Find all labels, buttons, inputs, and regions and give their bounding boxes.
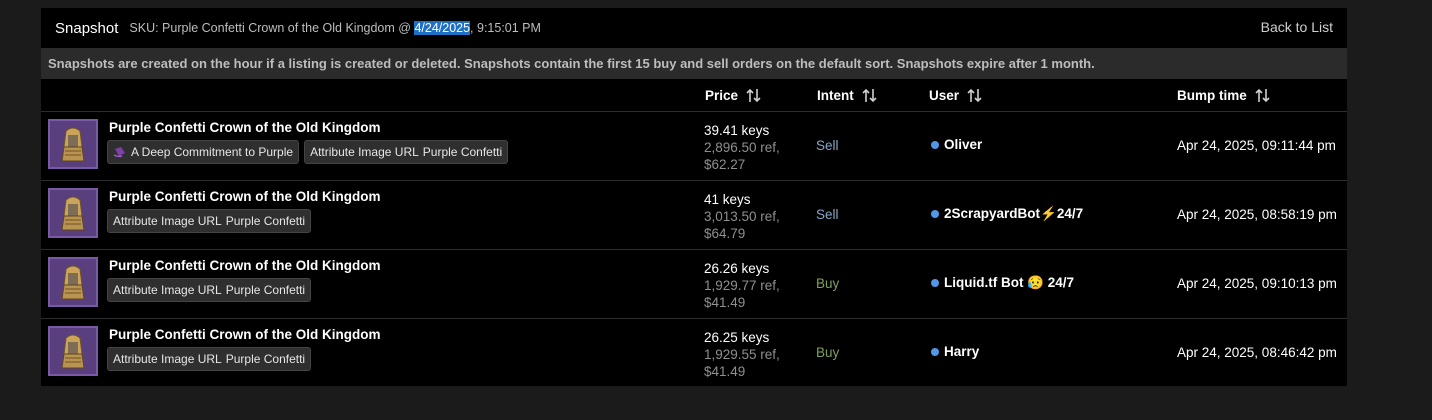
- price-ref: 1,929.55 ref,: [704, 347, 780, 362]
- item-thumbnail[interactable]: [48, 119, 98, 169]
- user-name: Liquid.tf Bot 😥 24/7: [944, 275, 1075, 290]
- item-thumbnail[interactable]: [48, 326, 98, 376]
- paint-tag-label: A Deep Commitment to Purple: [131, 145, 294, 159]
- user-name: Oliver: [944, 137, 983, 152]
- price-cell: 26.25 keys 1,929.55 ref, $41.49: [704, 329, 780, 380]
- intent-label: Buy: [816, 345, 840, 360]
- item-name[interactable]: Purple Confetti Crown of the Old Kingdom: [109, 189, 380, 204]
- column-user[interactable]: User: [929, 88, 982, 103]
- table-header: Price Intent User Bump time: [41, 79, 1347, 112]
- attribute-tag: Attribute Image URL Purple Confetti: [107, 347, 312, 371]
- attribute-tag: Attribute Image URL Purple Confetti: [107, 209, 312, 233]
- table-row[interactable]: Purple Confetti Crown of the Old Kingdom…: [41, 112, 1347, 181]
- intent-label: Sell: [816, 138, 839, 153]
- price-keys: 41 keys: [704, 192, 751, 207]
- price-usd: $41.49: [704, 295, 746, 310]
- bump-time: Apr 24, 2025, 08:58:19 pm: [1177, 207, 1337, 222]
- sku-time: , 9:15:01 PM: [470, 21, 541, 35]
- item-name[interactable]: Purple Confetti Crown of the Old Kingdom: [109, 327, 380, 342]
- price-usd: $41.49: [704, 364, 746, 379]
- crown-icon: [61, 334, 85, 369]
- intent-label: Buy: [816, 276, 840, 291]
- attribute-tag-value: Purple Confetti: [225, 283, 306, 297]
- sku-prefix: SKU: Purple Confetti Crown of the Old Ki…: [129, 21, 415, 35]
- attribute-tag-value: Purple Confetti: [225, 352, 306, 366]
- sort-icon: [1255, 88, 1270, 103]
- user-link[interactable]: 2ScrapyardBot⚡24/7: [931, 206, 1083, 222]
- online-status-dot: [931, 347, 939, 356]
- paint-tag: A Deep Commitment to Purple: [107, 140, 300, 164]
- attribute-tag-label: Attribute Image URL: [310, 145, 419, 159]
- user-name: Harry: [944, 344, 980, 359]
- bump-time: Apr 24, 2025, 08:46:42 pm: [1177, 345, 1337, 360]
- sort-icon: [967, 88, 982, 103]
- attribute-tag-label: Attribute Image URL: [113, 214, 222, 228]
- item-tags: Attribute Image URL Purple Confetti: [107, 209, 312, 233]
- item-thumbnail[interactable]: [48, 188, 98, 238]
- online-status-dot: [931, 279, 939, 287]
- item-tags: A Deep Commitment to Purple Attribute Im…: [107, 140, 509, 164]
- column-intent[interactable]: Intent: [817, 88, 877, 103]
- column-bump-label: Bump time: [1177, 88, 1247, 103]
- attribute-tag-label: Attribute Image URL: [113, 283, 222, 297]
- item-tags: Attribute Image URL Purple Confetti: [107, 347, 312, 371]
- table-row[interactable]: Purple Confetti Crown of the Old Kingdom…: [41, 181, 1347, 250]
- price-keys: 26.25 keys: [704, 330, 770, 345]
- sku-line: SKU: Purple Confetti Crown of the Old Ki…: [129, 21, 541, 35]
- column-bump-time[interactable]: Bump time: [1177, 88, 1270, 103]
- intent-label: Sell: [816, 207, 839, 222]
- user-link[interactable]: Oliver: [931, 137, 982, 152]
- snapshot-panel: Snapshot SKU: Purple Confetti Crown of t…: [41, 8, 1347, 386]
- price-keys: 39.41 keys: [704, 123, 770, 138]
- price-keys: 26.26 keys: [704, 261, 770, 276]
- table-row[interactable]: Purple Confetti Crown of the Old Kingdom…: [41, 319, 1347, 387]
- price-ref: 2,896.50 ref,: [704, 140, 780, 155]
- attribute-tag-label: Attribute Image URL: [113, 352, 222, 366]
- crown-icon: [61, 196, 85, 231]
- item-name[interactable]: Purple Confetti Crown of the Old Kingdom: [109, 258, 380, 273]
- bump-time: Apr 24, 2025, 09:10:13 pm: [1177, 276, 1337, 291]
- user-link[interactable]: Liquid.tf Bot 😥 24/7: [931, 275, 1074, 291]
- crown-icon: [61, 127, 85, 162]
- column-price-label: Price: [705, 88, 739, 103]
- item-name[interactable]: Purple Confetti Crown of the Old Kingdom: [109, 120, 380, 135]
- attribute-tag-value: Purple Confetti: [225, 214, 306, 228]
- price-cell: 39.41 keys 2,896.50 ref, $62.27: [704, 122, 780, 173]
- sort-icon: [862, 88, 877, 103]
- column-intent-label: Intent: [817, 88, 854, 103]
- snapshot-notice: Snapshots are created on the hour if a l…: [41, 48, 1347, 79]
- user-link[interactable]: Harry: [931, 344, 979, 359]
- sort-icon: [746, 88, 761, 103]
- attribute-tag: Attribute Image URL Purple Confetti: [304, 140, 509, 164]
- crown-icon: [61, 265, 85, 300]
- paint-can-icon: [113, 147, 125, 158]
- price-cell: 26.26 keys 1,929.77 ref, $41.49: [704, 260, 780, 311]
- back-to-list-link[interactable]: Back to List: [1261, 19, 1333, 35]
- bump-time: Apr 24, 2025, 09:11:44 pm: [1177, 138, 1336, 153]
- table-row[interactable]: Purple Confetti Crown of the Old Kingdom…: [41, 250, 1347, 319]
- price-usd: $64.79: [704, 226, 746, 241]
- price-ref: 1,929.77 ref,: [704, 278, 780, 293]
- online-status-dot: [931, 210, 939, 218]
- attribute-tag: Attribute Image URL Purple Confetti: [107, 278, 312, 302]
- item-thumbnail[interactable]: [48, 257, 98, 307]
- online-status-dot: [931, 140, 939, 149]
- price-usd: $62.27: [704, 157, 746, 172]
- page-title: Snapshot: [55, 19, 119, 37]
- snapshot-header: Snapshot SKU: Purple Confetti Crown of t…: [41, 8, 1347, 48]
- column-price[interactable]: Price: [705, 88, 761, 103]
- column-user-label: User: [929, 88, 960, 103]
- attribute-tag-value: Purple Confetti: [422, 145, 503, 159]
- item-tags: Attribute Image URL Purple Confetti: [107, 278, 312, 302]
- user-name: 2ScrapyardBot⚡24/7: [944, 206, 1084, 221]
- price-cell: 41 keys 3,013.50 ref, $64.79: [704, 191, 780, 242]
- sku-date-highlighted[interactable]: 4/24/2025: [414, 21, 471, 35]
- price-ref: 3,013.50 ref,: [704, 209, 780, 224]
